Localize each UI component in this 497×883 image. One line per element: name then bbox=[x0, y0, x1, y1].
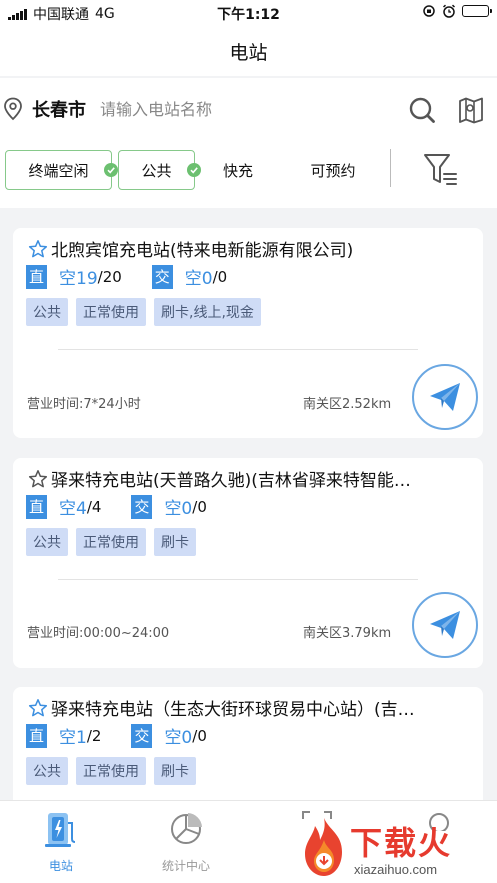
filter-funnel-icon[interactable] bbox=[422, 152, 460, 188]
tag-payment: 刷卡 bbox=[154, 528, 196, 556]
station-card[interactable]: 北煦宾馆充电站(特来电新能源有限公司) 直 空19 /20 交 空0 /0 公共… bbox=[13, 228, 483, 438]
dc-total-count: /20 bbox=[97, 267, 122, 286]
opening-hours: 营业时间:7*24小时 bbox=[27, 397, 141, 412]
ac-total-count: /0 bbox=[192, 726, 207, 745]
dc-free-count: 空19 bbox=[59, 269, 98, 289]
tab-label: 电站 bbox=[48, 859, 73, 873]
dc-port-badge: 直 bbox=[26, 723, 47, 748]
card-divider bbox=[58, 579, 418, 580]
star-icon[interactable] bbox=[28, 239, 48, 259]
dc-port-badge: 直 bbox=[26, 494, 47, 519]
tag-status: 正常使用 bbox=[76, 757, 146, 785]
ac-port-badge: 交 bbox=[131, 723, 153, 748]
port-row: 直 空4 /4 交 空0 /0 bbox=[26, 494, 207, 519]
star-icon[interactable] bbox=[28, 469, 48, 489]
watermark-url: xiazaihuo.com bbox=[354, 862, 438, 877]
port-row: 直 空19 /20 交 空0 /0 bbox=[26, 264, 227, 289]
paper-plane-icon bbox=[430, 383, 460, 411]
dc-port-badge: 直 bbox=[26, 264, 47, 289]
ac-free-count: 空0 bbox=[164, 499, 193, 519]
station-card[interactable]: 驿来特充电站(天普路久驰)(吉林省驿来特智能… 直 空4 /4 交 空0 /0 … bbox=[13, 458, 483, 668]
tag-access: 公共 bbox=[26, 528, 68, 556]
station-tags: 公共 正常使用 刷卡 bbox=[26, 528, 196, 556]
ac-free-count: 空0 bbox=[184, 269, 213, 289]
page-title: 电站 bbox=[229, 42, 268, 64]
dc-total-count: /4 bbox=[86, 497, 102, 516]
charging-station-icon bbox=[45, 813, 76, 847]
station-search-input[interactable] bbox=[100, 94, 390, 124]
ac-total-count: /0 bbox=[192, 497, 207, 516]
ac-port-badge: 交 bbox=[131, 494, 153, 519]
ac-total-count: /0 bbox=[212, 267, 228, 286]
filter-chip-label: 公共 bbox=[141, 161, 172, 180]
battery-icon bbox=[462, 5, 492, 17]
card-divider bbox=[58, 349, 418, 350]
opening-hours: 营业时间:00:00~24:00 bbox=[27, 626, 170, 641]
flame-logo-icon bbox=[305, 818, 342, 876]
navigate-button[interactable] bbox=[412, 364, 478, 430]
station-name: 驿来特充电站（生态大街环球贸易中心站）(吉… bbox=[51, 700, 415, 720]
filter-chip-label: 可预约 bbox=[310, 161, 356, 180]
search-icon[interactable] bbox=[408, 96, 436, 124]
filter-chip-idle[interactable]: 终端空闲 bbox=[5, 150, 118, 190]
station-title: 驿来特充电站(天普路久驰)(吉林省驿来特智能… bbox=[28, 466, 411, 491]
city-selector[interactable]: 长春市 bbox=[32, 96, 86, 122]
station-name: 北煦宾馆充电站(特来电新能源有限公司) bbox=[51, 241, 354, 261]
filter-chip-fast[interactable]: 快充 bbox=[205, 150, 271, 190]
station-title: 北煦宾馆充电站(特来电新能源有限公司) bbox=[28, 236, 353, 261]
alarm-icon bbox=[442, 4, 456, 18]
location-pin-icon[interactable] bbox=[3, 97, 23, 121]
dc-total-count: /2 bbox=[86, 726, 102, 745]
station-name: 驿来特充电站(天普路久驰)(吉林省驿来特智能… bbox=[51, 471, 411, 491]
port-row: 直 空1 /2 交 空0 /0 bbox=[26, 723, 207, 748]
tag-payment: 刷卡,线上,现金 bbox=[154, 298, 261, 326]
dc-free-count: 空4 bbox=[59, 499, 87, 519]
search-row: 长春市 bbox=[0, 86, 497, 132]
filter-chip-label: 终端空闲 bbox=[28, 161, 89, 180]
filter-chip-reservable[interactable]: 可预约 bbox=[290, 150, 376, 190]
tag-payment: 刷卡 bbox=[154, 757, 196, 785]
watermark-text: 下载火 bbox=[350, 824, 453, 862]
pie-chart-icon bbox=[171, 813, 202, 844]
filter-chip-public[interactable]: 公共 bbox=[118, 150, 201, 190]
tag-access: 公共 bbox=[26, 298, 68, 326]
filter-divider bbox=[390, 149, 391, 187]
tab-stations[interactable]: 电站 bbox=[11, 801, 111, 883]
ac-free-count: 空0 bbox=[164, 728, 193, 748]
tab-label: 统计中心 bbox=[161, 859, 210, 873]
tab-statistics[interactable]: 统计中心 bbox=[136, 801, 236, 883]
paper-plane-icon bbox=[430, 611, 460, 639]
filter-row: 终端空闲 公共 快充 可预约 bbox=[0, 146, 497, 194]
tag-access: 公共 bbox=[26, 757, 68, 785]
station-tags: 公共 正常使用 刷卡,线上,现金 bbox=[26, 298, 261, 326]
orientation-lock-icon bbox=[423, 5, 435, 17]
check-icon bbox=[104, 163, 118, 177]
map-icon[interactable] bbox=[458, 96, 484, 124]
ac-port-badge: 交 bbox=[151, 264, 173, 289]
filter-chip-label: 快充 bbox=[222, 161, 253, 180]
status-right bbox=[422, 4, 492, 18]
search-panel: 长春市 终端空闲 公共 快充 可预约 bbox=[0, 78, 497, 208]
station-distance: 南关区2.52km bbox=[303, 397, 392, 412]
station-title: 驿来特充电站（生态大街环球贸易中心站）(吉… bbox=[28, 695, 415, 720]
nav-bar: 电站 bbox=[0, 26, 497, 76]
status-bar: 中国联通 4G 下午1:12 bbox=[0, 0, 497, 26]
station-tags: 公共 正常使用 刷卡 bbox=[26, 757, 196, 785]
check-icon bbox=[187, 163, 201, 177]
tag-status: 正常使用 bbox=[76, 528, 146, 556]
watermark-logo: 下载火 xiazaihuo.com bbox=[296, 816, 497, 883]
tag-status: 正常使用 bbox=[76, 298, 146, 326]
star-icon[interactable] bbox=[28, 698, 48, 718]
station-distance: 南关区3.79km bbox=[303, 626, 392, 641]
navigate-button[interactable] bbox=[412, 592, 478, 658]
dc-free-count: 空1 bbox=[59, 728, 87, 748]
